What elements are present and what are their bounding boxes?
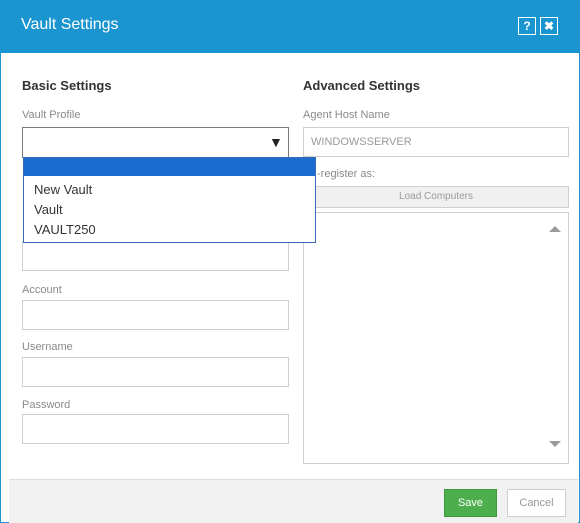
password-field[interactable] bbox=[22, 414, 289, 444]
vault-profile-dropdown: New Vault Vault VAULT250 bbox=[23, 157, 316, 243]
agent-host-name-value: WINDOWSSERVER bbox=[311, 136, 412, 148]
hidden-field[interactable] bbox=[22, 241, 289, 271]
dropdown-option-vault250[interactable]: VAULT250 bbox=[34, 222, 96, 237]
dropdown-highlighted-option[interactable] bbox=[24, 158, 315, 176]
close-icon[interactable]: ✖ bbox=[540, 17, 558, 35]
vault-profile-label: Vault Profile bbox=[22, 109, 81, 121]
advanced-settings-heading: Advanced Settings bbox=[303, 78, 421, 93]
scroll-up-icon[interactable] bbox=[549, 226, 561, 232]
account-label: Account bbox=[22, 284, 62, 296]
register-as-label: -register as: bbox=[317, 168, 376, 180]
basic-settings-heading: Basic Settings bbox=[22, 78, 112, 93]
dropdown-option-new-vault[interactable]: New Vault bbox=[34, 182, 92, 197]
help-icon[interactable]: ? bbox=[518, 17, 536, 35]
username-field[interactable] bbox=[22, 357, 289, 387]
agent-host-name-label: Agent Host Name bbox=[303, 109, 390, 121]
scroll-down-icon[interactable] bbox=[549, 441, 561, 447]
password-label: Password bbox=[22, 399, 71, 411]
save-button[interactable]: Save bbox=[444, 489, 497, 517]
vault-settings-dialog: Vault Settings ? ✖ Basic Settings Vault … bbox=[0, 0, 580, 523]
dialog-titlebar: Vault Settings ? ✖ bbox=[1, 1, 579, 53]
account-field[interactable] bbox=[22, 300, 289, 330]
dropdown-option-vault[interactable]: Vault bbox=[34, 202, 63, 217]
cancel-button[interactable]: Cancel bbox=[507, 489, 566, 517]
chevron-down-icon[interactable]: ▼ bbox=[269, 134, 283, 150]
username-label: Username bbox=[22, 341, 73, 353]
vault-profile-select[interactable] bbox=[22, 127, 289, 158]
computers-listbox[interactable] bbox=[303, 212, 569, 464]
dialog-title: Vault Settings bbox=[21, 16, 119, 33]
load-computers-button[interactable]: Load Computers bbox=[303, 186, 569, 208]
